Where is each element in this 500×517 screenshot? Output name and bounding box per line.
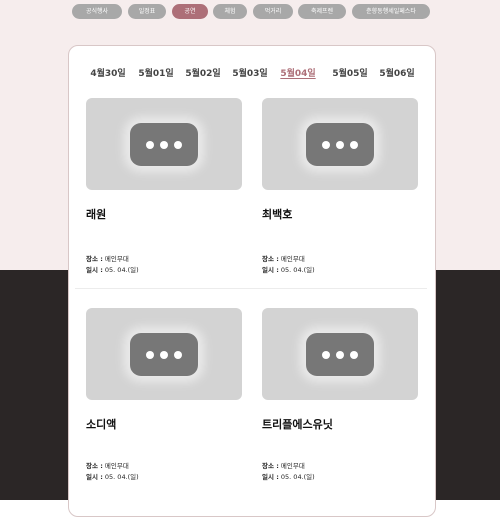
venue-line: 장소 : 메인무대 [86,460,129,470]
date-line: 일시 : 05. 04.(일) [262,264,315,274]
date-value: 05. 04.(일) [104,473,139,481]
category-tab-festival-friends[interactable]: 축제프렌 [298,4,346,19]
date-line: 일시 : 05. 04.(일) [86,264,139,274]
category-nav: 공식행사 일정표 공연 체험 먹거리 축제프렌 춘향동행세일페스타 [0,4,500,24]
performance-thumbnail[interactable] [262,308,418,400]
date-label: 일시 : [86,473,103,481]
venue-line: 장소 : 메인무대 [262,460,305,470]
more-dots-icon [306,123,374,166]
date-value: 05. 04.(일) [280,266,315,274]
performance-panel: 4월30일 5월01일 5월02일 5월03일 5월04일 5월05일 5월06… [68,45,436,517]
more-dots-icon [306,333,374,376]
date-tab-0506[interactable]: 5월06일 [378,66,416,79]
venue-label: 장소 : [262,255,279,263]
date-tab-0504[interactable]: 5월04일 [279,66,317,79]
performer-name[interactable]: 트리플에스유닛 [262,416,333,432]
performer-name[interactable]: 래원 [86,206,106,222]
more-dots-icon [130,123,198,166]
performance-thumbnail[interactable] [86,308,242,400]
performer-name[interactable]: 소디액 [86,416,116,432]
venue-label: 장소 : [86,462,103,470]
date-line: 일시 : 05. 04.(일) [86,471,139,481]
venue-value: 메인무대 [280,462,305,470]
category-tab-official-events[interactable]: 공식행사 [72,4,122,19]
category-tab-experience[interactable]: 체험 [213,4,247,19]
page-background-dark-left [0,270,70,500]
date-label: 일시 : [86,266,103,274]
row-divider [75,288,427,289]
date-tab-0503[interactable]: 5월03일 [231,66,269,79]
date-tab-0430[interactable]: 4월30일 [89,66,127,79]
venue-value: 메인무대 [104,255,129,263]
date-value: 05. 04.(일) [104,266,139,274]
date-line: 일시 : 05. 04.(일) [262,471,315,481]
venue-label: 장소 : [262,462,279,470]
date-tab-0502[interactable]: 5월02일 [184,66,222,79]
date-tab-0501[interactable]: 5월01일 [137,66,175,79]
venue-line: 장소 : 메인무대 [262,253,305,263]
date-value: 05. 04.(일) [280,473,315,481]
performance-thumbnail[interactable] [86,98,242,190]
category-tab-schedule[interactable]: 일정표 [128,4,166,19]
date-label: 일시 : [262,473,279,481]
date-tabs: 4월30일 5월01일 5월02일 5월03일 5월04일 5월05일 5월06… [69,66,435,80]
performance-thumbnail[interactable] [262,98,418,190]
venue-label: 장소 : [86,255,103,263]
category-tab-food[interactable]: 먹거리 [253,4,293,19]
venue-value: 메인무대 [280,255,305,263]
page-background-dark-right [436,270,500,500]
venue-value: 메인무대 [104,462,129,470]
category-tab-sale-festa[interactable]: 춘향동행세일페스타 [352,4,430,19]
category-tab-performance[interactable]: 공연 [172,4,208,19]
more-dots-icon [130,333,198,376]
venue-line: 장소 : 메인무대 [86,253,129,263]
date-tab-0505[interactable]: 5월05일 [331,66,369,79]
date-label: 일시 : [262,266,279,274]
performer-name[interactable]: 최백호 [262,206,292,222]
